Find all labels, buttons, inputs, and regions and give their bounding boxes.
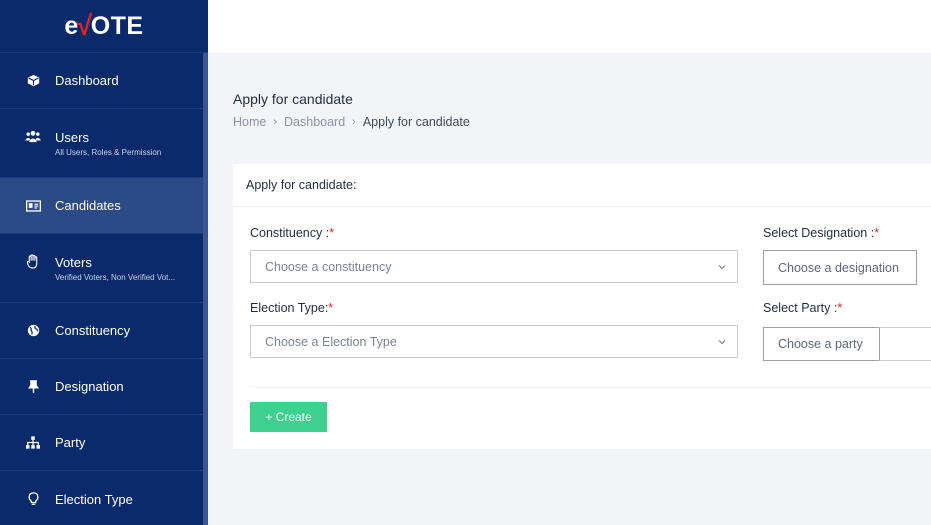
chevron-down-icon [718, 340, 726, 345]
sidebar-item-sublabel: Verified Voters, Non Verified Vot... [55, 272, 176, 282]
sidebar-item-election-type[interactable]: Election Type [0, 471, 203, 525]
required-marker: * [874, 226, 880, 240]
sidebar-item-party[interactable]: Party [0, 415, 203, 471]
sidebar-item-sublabel: All Users, Roles & Permission [55, 147, 162, 157]
party-placeholder: Choose a party [778, 337, 863, 351]
sidebar-item-candidates[interactable]: Candidates [0, 178, 203, 234]
party-select[interactable]: Choose a party [763, 327, 880, 361]
sidebar-item-label: Designation [55, 379, 124, 394]
sidebar-item-label: Dashboard [55, 73, 119, 88]
page-title: Apply for candidate [233, 91, 353, 107]
sidebar-item-label: Constituency [55, 323, 131, 338]
required-marker: * [328, 301, 334, 315]
create-button[interactable]: + Create [250, 402, 327, 432]
sidebar-item-users[interactable]: Users All Users, Roles & Permission [0, 109, 203, 178]
globe-icon [25, 323, 41, 339]
sidebar: e √ OTE Dashboard Users All Users, Roles &… [0, 0, 208, 525]
logo-text: e √ OTE [64, 10, 143, 42]
chevron-right-icon: › [273, 116, 278, 128]
lightbulb-icon [25, 491, 41, 507]
sidebar-item-designation[interactable]: Designation [0, 359, 203, 415]
designation-placeholder: Choose a designation [778, 260, 899, 275]
sidebar-nav: Dashboard Users All Users, Roles & Permi… [0, 53, 203, 525]
election-type-select[interactable]: Choose a Election Type [250, 325, 738, 358]
users-icon [25, 128, 41, 144]
breadcrumb-home[interactable]: Home [233, 115, 266, 129]
required-marker: * [837, 301, 843, 315]
form-divider [250, 387, 931, 388]
party-label: Select Party :* [763, 301, 843, 315]
sidebar-item-constituency[interactable]: Constituency [0, 303, 203, 359]
breadcrumb-current: Apply for candidate [362, 115, 470, 129]
constituency-placeholder: Choose a constituency [265, 259, 392, 274]
chevron-right-icon: › [352, 116, 356, 128]
hand-icon [25, 253, 41, 269]
cube-icon [25, 73, 41, 89]
sidebar-item-label: Voters [55, 254, 92, 270]
sidebar-item-label: Candidates [55, 198, 121, 213]
id-card-icon [25, 198, 41, 214]
top-bar [208, 0, 931, 53]
sidebar-item-label: Party [55, 435, 86, 450]
pushpin-icon [25, 379, 41, 395]
breadcrumb: Home › Dashboard › Apply for candidate [233, 115, 470, 129]
sidebar-item-voters[interactable]: Voters Verified Voters, Non Verified Vot… [0, 234, 203, 303]
designation-label: Select Designation :* [763, 226, 880, 240]
sidebar-item-label: Users [55, 129, 89, 145]
party-select-extension [879, 327, 931, 361]
election-type-label: Election Type:* [250, 301, 334, 315]
breadcrumb-dashboard[interactable]: Dashboard [284, 115, 345, 129]
logo[interactable]: e √ OTE [0, 0, 208, 53]
sidebar-item-label: Election Type [55, 491, 133, 507]
card-header: Apply for candidate: [233, 164, 931, 207]
logo-suffix: OTE [90, 11, 144, 40]
election-type-placeholder: Choose a Election Type [265, 334, 397, 349]
sitemap-icon [25, 435, 41, 451]
required-marker: * [329, 226, 335, 240]
chevron-down-icon [718, 265, 726, 270]
constituency-label: Constituency :* [250, 226, 335, 240]
constituency-select[interactable]: Choose a constituency [250, 250, 738, 283]
sidebar-scrollbar[interactable] [203, 53, 208, 525]
sidebar-item-dashboard[interactable]: Dashboard [0, 53, 203, 109]
designation-select[interactable]: Choose a designation [763, 250, 917, 285]
apply-candidate-card: Apply for candidate: Constituency :* Cho… [233, 164, 931, 449]
